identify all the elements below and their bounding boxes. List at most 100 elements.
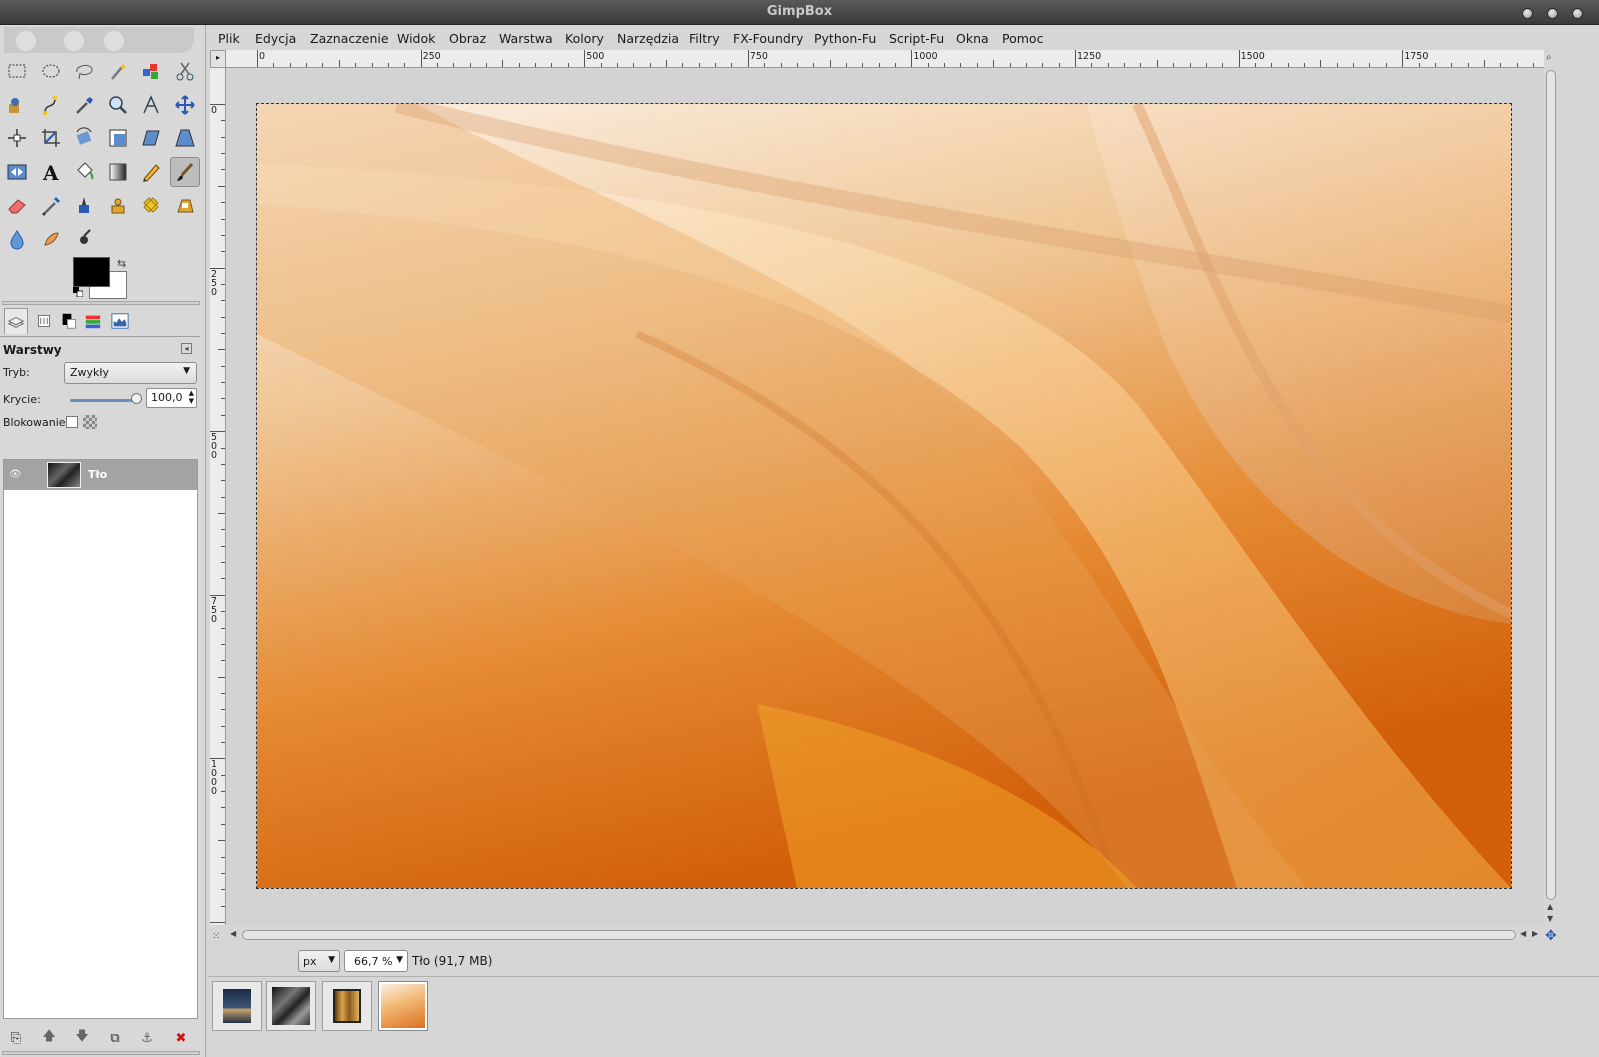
raise-layer-icon[interactable]: 🡅 [38, 1028, 60, 1048]
tool-button[interactable] [2, 157, 32, 187]
tab-tool-options[interactable] [32, 308, 56, 334]
tool-button[interactable] [2, 224, 32, 254]
tool-button[interactable] [103, 56, 133, 86]
tool-button[interactable] [69, 123, 99, 153]
new-layer-icon[interactable]: ⎘ [5, 1028, 27, 1048]
tool-button[interactable] [2, 123, 32, 153]
close-button[interactable] [1572, 8, 1583, 19]
image-tab-4[interactable] [378, 981, 428, 1031]
tab-histogram[interactable] [108, 308, 132, 334]
minimize-button[interactable] [1522, 8, 1533, 19]
delete-layer-icon[interactable]: ✖ [170, 1028, 192, 1048]
tool-button[interactable] [69, 90, 99, 120]
tool-button[interactable] [69, 190, 99, 220]
tool-button[interactable] [36, 56, 66, 86]
dock-separator[interactable] [2, 301, 200, 305]
horizontal-ruler[interactable]: 0 250 500 750 1000 1250 1500 1750 [226, 50, 1544, 68]
tab-colors[interactable] [57, 308, 81, 334]
unit-combo[interactable]: px ▼ [298, 950, 340, 972]
opacity-slider-handle[interactable] [131, 393, 142, 404]
horizontal-scroll-thumb[interactable] [242, 930, 1516, 940]
menu-item[interactable]: Plik [218, 31, 240, 46]
menu-item[interactable]: Pomoc [1002, 31, 1043, 46]
canvas-area[interactable] [226, 68, 1544, 925]
foreground-color[interactable] [73, 257, 110, 287]
tool-button[interactable] [103, 90, 133, 120]
tool-button[interactable] [170, 56, 200, 86]
image-tab-1[interactable] [212, 981, 262, 1031]
zoom-to-fit-icon[interactable]: ⌕ [1546, 52, 1552, 63]
zoom-combo[interactable]: 66,7 % ▼ [344, 950, 408, 972]
menu-item[interactable]: Okna [956, 31, 989, 46]
swap-colors-icon[interactable]: ⇆ [117, 257, 126, 270]
tool-button[interactable] [69, 56, 99, 86]
opacity-spinbox[interactable]: 100,0 ▲ ▼ [146, 388, 197, 408]
tool-button[interactable] [2, 90, 32, 120]
menu-item[interactable]: Narzędzia [617, 31, 679, 46]
menu-item[interactable]: Kolory [565, 31, 604, 46]
scroll-up-icon[interactable]: ▲ [1547, 902, 1553, 911]
maximize-button[interactable] [1547, 8, 1558, 19]
menu-item[interactable]: Zaznaczenie [310, 31, 389, 46]
tool-button[interactable] [36, 190, 66, 220]
horizontal-scrollbar[interactable]: ◀ ◀ ▶ [226, 928, 1544, 943]
tool-button[interactable]: A [36, 157, 66, 187]
scroll-right-icon[interactable]: ▶ [1532, 929, 1538, 938]
menu-item[interactable]: Python-Fu [814, 31, 876, 46]
tool-button[interactable] [170, 90, 200, 120]
menu-item[interactable]: Warstwa [499, 31, 553, 46]
measure-icon [143, 94, 159, 113]
ruler-major-tick [1075, 50, 1076, 67]
navigate-icon[interactable]: ✥ [1545, 928, 1557, 944]
tool-button[interactable] [2, 190, 32, 220]
tool-button[interactable] [136, 157, 166, 187]
vertical-scroll-thumb[interactable] [1546, 70, 1556, 900]
tool-button[interactable] [2, 56, 32, 86]
quick-mask-corner-icon[interactable]: ▸ [210, 50, 226, 68]
spin-arrows-icon[interactable]: ▲ ▼ [189, 389, 194, 405]
panel-menu-icon[interactable]: ◂ [181, 343, 192, 354]
anchor-layer-icon[interactable]: ⚓ [136, 1028, 158, 1048]
mode-combo[interactable]: Zwykły ▼ [64, 362, 197, 384]
tool-button[interactable] [169, 156, 200, 187]
menu-item[interactable]: Script-Fu [889, 31, 944, 46]
tool-button[interactable] [136, 123, 166, 153]
menu-item[interactable]: FX-Foundry [733, 31, 803, 46]
image-canvas[interactable] [256, 103, 1512, 889]
reset-colors-icon[interactable] [73, 287, 83, 297]
tool-button[interactable] [36, 123, 66, 153]
menu-item[interactable]: Obraz [449, 31, 486, 46]
image-tab-2[interactable] [266, 981, 316, 1031]
image-tab-3[interactable] [322, 981, 372, 1031]
duplicate-layer-icon[interactable]: ⧉ [104, 1028, 126, 1048]
tool-button[interactable] [69, 224, 99, 254]
scroll-left-end-icon[interactable]: ◀ [1520, 929, 1526, 938]
tool-button[interactable] [136, 90, 166, 120]
scroll-down-icon[interactable]: ▼ [1547, 914, 1553, 923]
eye-icon[interactable]: 👁 [9, 469, 22, 480]
lock-alpha-icon[interactable] [83, 415, 97, 429]
lock-pixels-checkbox[interactable] [66, 416, 78, 428]
tool-button[interactable] [69, 157, 99, 187]
tool-button[interactable] [103, 157, 133, 187]
tool-button[interactable] [170, 190, 200, 220]
tool-button[interactable] [103, 190, 133, 220]
tool-button[interactable] [136, 56, 166, 86]
menu-item[interactable]: Filtry [689, 31, 720, 46]
tool-button[interactable] [170, 123, 200, 153]
selection-toggle-icon[interactable]: ⁙ [212, 931, 220, 942]
tool-button[interactable] [36, 90, 66, 120]
opacity-slider-track[interactable] [70, 399, 138, 402]
scroll-left-icon[interactable]: ◀ [230, 929, 236, 938]
menu-item[interactable]: Edycja [255, 31, 296, 46]
vertical-ruler[interactable]: 0 250 500 750 1000 [210, 68, 226, 925]
tab-channels[interactable] [81, 308, 105, 334]
lower-layer-icon[interactable]: 🡇 [71, 1028, 93, 1048]
tool-button[interactable] [36, 224, 66, 254]
tab-layers[interactable] [4, 308, 28, 334]
layer-row[interactable]: 👁 Tło [4, 460, 197, 490]
tool-button[interactable] [136, 190, 166, 220]
menu-item[interactable]: Widok [397, 31, 435, 46]
tool-button[interactable] [103, 123, 133, 153]
vertical-scrollbar[interactable]: ⌕ ▲ ▼ [1544, 50, 1559, 926]
